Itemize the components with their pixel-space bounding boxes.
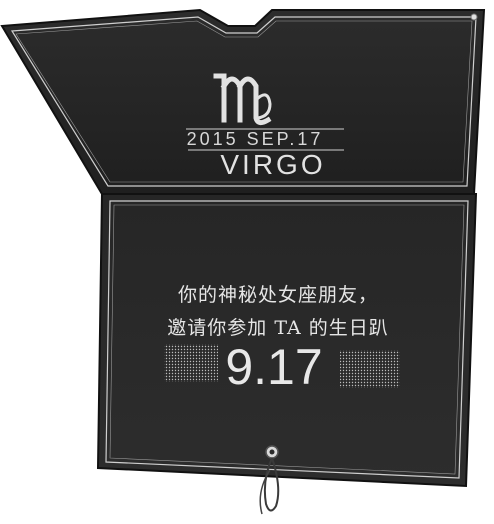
invitation-line-1: 你的神秘处女座朋友， xyxy=(177,284,378,306)
date-text: 2015 SEP.17 xyxy=(186,129,324,149)
invitation-line-2: 邀请你参加 TA 的生日趴 xyxy=(167,317,389,339)
sign-name: VIRGO xyxy=(220,149,326,180)
big-date: 9.17 xyxy=(225,339,323,395)
invitation-card xyxy=(0,8,486,515)
